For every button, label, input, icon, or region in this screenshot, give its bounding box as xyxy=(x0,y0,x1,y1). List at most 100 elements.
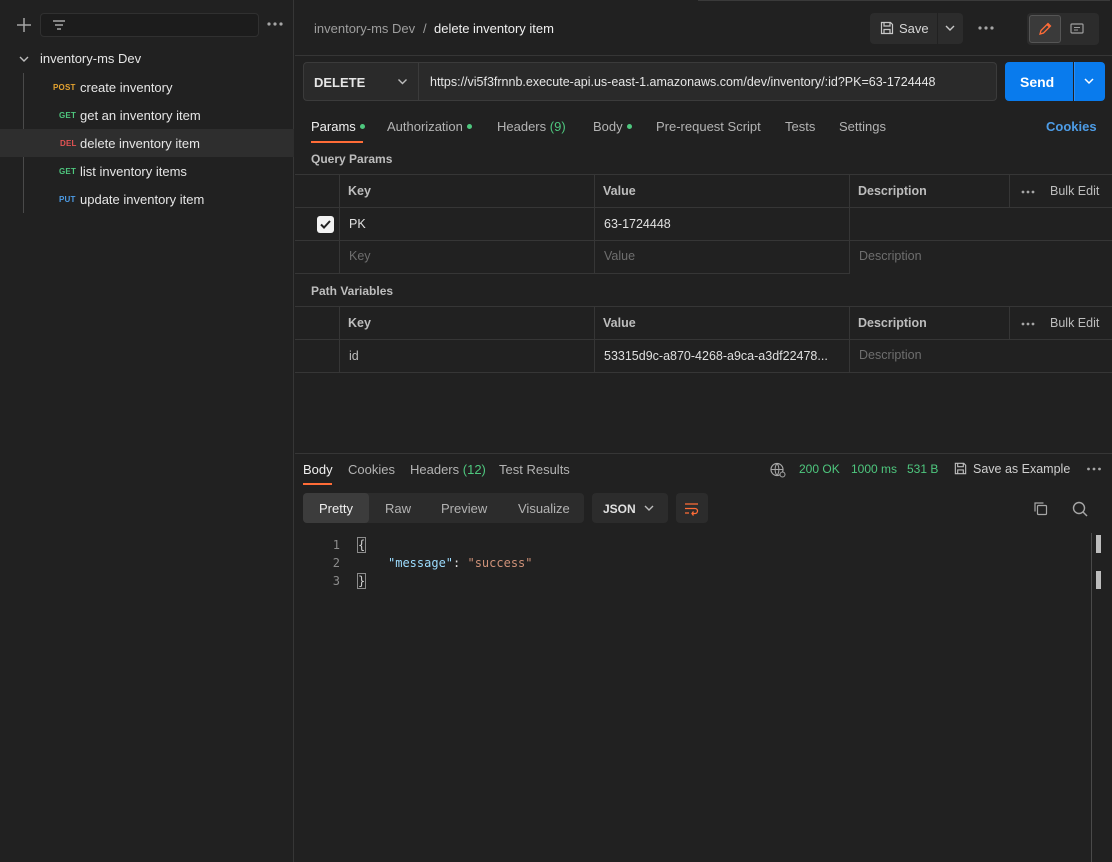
more-icon[interactable] xyxy=(1020,185,1036,199)
status-dot xyxy=(359,124,365,130)
tab-authorization[interactable]: Authorization xyxy=(387,119,472,134)
tab-response-cookies[interactable]: Cookies xyxy=(348,462,395,477)
key-placeholder: Key xyxy=(349,249,371,263)
status-dot xyxy=(626,124,632,130)
method-badge: DEL xyxy=(60,139,77,148)
status-code[interactable]: 200 OK xyxy=(799,462,840,476)
response-size[interactable]: 531 B xyxy=(907,462,938,476)
table-cell xyxy=(295,307,340,340)
sidebar-request-list-items[interactable]: GET list inventory items xyxy=(0,157,294,185)
sidebar-request-delete-item[interactable]: DEL delete inventory item xyxy=(0,129,294,157)
param-value-cell[interactable]: 63-1724448 xyxy=(595,208,850,241)
path-key-cell: id xyxy=(340,340,595,373)
copy-icon[interactable] xyxy=(1032,500,1049,517)
new-key-input[interactable]: Key xyxy=(340,241,595,274)
param-value: 63-1724448 xyxy=(604,217,671,231)
new-description-input[interactable]: Description xyxy=(850,241,1112,274)
path-value: 53315d9c-a870-4268-a9ca-a3df22478... xyxy=(604,349,828,363)
column-header-key: Key xyxy=(348,184,371,198)
path-value-cell[interactable]: 53315d9c-a870-4268-a9ca-a3df22478... xyxy=(595,340,850,373)
filter-icon[interactable] xyxy=(50,16,68,34)
view-preview[interactable]: Preview xyxy=(441,501,487,516)
tab-label: Params xyxy=(311,119,356,134)
page-title[interactable]: delete inventory item xyxy=(434,21,554,36)
pencil-icon xyxy=(1037,21,1053,37)
path-variables-table: Key Value Description Bulk Edit id 53315… xyxy=(295,306,1112,373)
request-name: delete inventory item xyxy=(80,136,200,151)
table-header-cell: Bulk Edit xyxy=(1010,307,1112,340)
chevron-down-icon xyxy=(643,502,655,514)
view-visualize[interactable]: Visualize xyxy=(518,501,570,516)
wrap-icon xyxy=(683,500,700,517)
more-icon[interactable] xyxy=(1085,461,1103,477)
table-row xyxy=(295,340,340,373)
plus-icon[interactable] xyxy=(14,15,34,35)
chevron-down-icon[interactable] xyxy=(17,52,31,66)
value-placeholder: Value xyxy=(604,249,636,263)
globe-icon[interactable] xyxy=(769,461,786,478)
tab-tests[interactable]: Tests xyxy=(785,119,815,134)
tab-test-results[interactable]: Test Results xyxy=(499,462,570,477)
table-header-cell: Description xyxy=(850,307,1010,340)
response-body-editor[interactable] xyxy=(295,530,1112,862)
url-input-value: https://vi5f3frnnb.execute-api.us-east-1… xyxy=(430,75,936,89)
tab-pre-request-script[interactable]: Pre-request Script xyxy=(656,119,761,134)
table-header-cell: Key xyxy=(340,175,595,208)
bulk-edit-button[interactable]: Bulk Edit xyxy=(1050,316,1099,330)
more-icon[interactable] xyxy=(1020,317,1036,331)
response-divider[interactable] xyxy=(295,453,1112,454)
sidebar-request-get-item[interactable]: GET get an inventory item xyxy=(0,101,294,129)
active-tab-indicator xyxy=(303,483,332,485)
view-raw[interactable]: Raw xyxy=(385,501,411,516)
tab-label: Authorization xyxy=(387,119,463,134)
column-header-description: Description xyxy=(858,184,927,198)
tab-settings[interactable]: Settings xyxy=(839,119,886,134)
table-header-cell: Description xyxy=(850,175,1010,208)
breadcrumb-collection[interactable]: inventory-ms Dev xyxy=(314,21,415,36)
response-time[interactable]: 1000 ms xyxy=(851,462,897,476)
more-icon[interactable] xyxy=(264,14,286,34)
method-badge: GET xyxy=(59,111,77,120)
view-pretty[interactable]: Pretty xyxy=(319,501,353,516)
status-dot xyxy=(466,124,472,130)
tab-body[interactable]: Body xyxy=(593,119,632,134)
cookies-link[interactable]: Cookies xyxy=(1046,119,1097,134)
tab-response-headers[interactable]: Headers (12) xyxy=(410,462,486,477)
scrollbar-track[interactable] xyxy=(1091,533,1092,862)
check-icon xyxy=(320,220,331,229)
path-description-cell[interactable]: Description xyxy=(850,340,1112,373)
tab-count: (9) xyxy=(549,119,566,134)
search-icon[interactable] xyxy=(1071,500,1089,518)
param-key-cell[interactable]: PK xyxy=(340,208,595,241)
new-value-input[interactable]: Value xyxy=(595,241,850,274)
tab-headers[interactable]: Headers (9) xyxy=(497,119,566,134)
code-line: "message": "success" xyxy=(388,556,533,570)
description-placeholder: Description xyxy=(859,249,922,263)
request-name: update inventory item xyxy=(80,192,205,207)
tab-strip xyxy=(698,0,1110,4)
column-header-key: Key xyxy=(348,316,371,330)
code-line: { xyxy=(356,537,367,553)
tab-label: Headers xyxy=(410,462,460,477)
sidebar-request-create-inventory[interactable]: POST create inventory xyxy=(0,73,294,101)
sidebar-request-update-item[interactable]: PUT update inventory item xyxy=(0,185,294,213)
path-key: id xyxy=(349,349,359,363)
table-header-cell: Value xyxy=(595,307,850,340)
comment-icon[interactable] xyxy=(1069,21,1085,37)
save-as-example-button[interactable]: Save as Example xyxy=(973,462,1070,476)
param-checkbox[interactable] xyxy=(317,216,334,233)
request-name: get an inventory item xyxy=(80,108,201,123)
more-icon[interactable] xyxy=(975,18,997,38)
tab-label: Pre-request Script xyxy=(656,119,761,134)
tab-response-body[interactable]: Body xyxy=(303,462,333,477)
save-icon xyxy=(879,20,895,36)
collection-name[interactable]: inventory-ms Dev xyxy=(40,51,141,66)
param-description-cell[interactable] xyxy=(850,208,1112,241)
bulk-edit-button[interactable]: Bulk Edit xyxy=(1050,184,1099,198)
sidebar-search-input[interactable] xyxy=(40,13,259,37)
table-header-cell: Value xyxy=(595,175,850,208)
tab-label: Settings xyxy=(839,119,886,134)
active-tab-indicator xyxy=(311,141,363,143)
tab-params[interactable]: Params xyxy=(311,119,365,134)
request-name: create inventory xyxy=(80,80,173,95)
